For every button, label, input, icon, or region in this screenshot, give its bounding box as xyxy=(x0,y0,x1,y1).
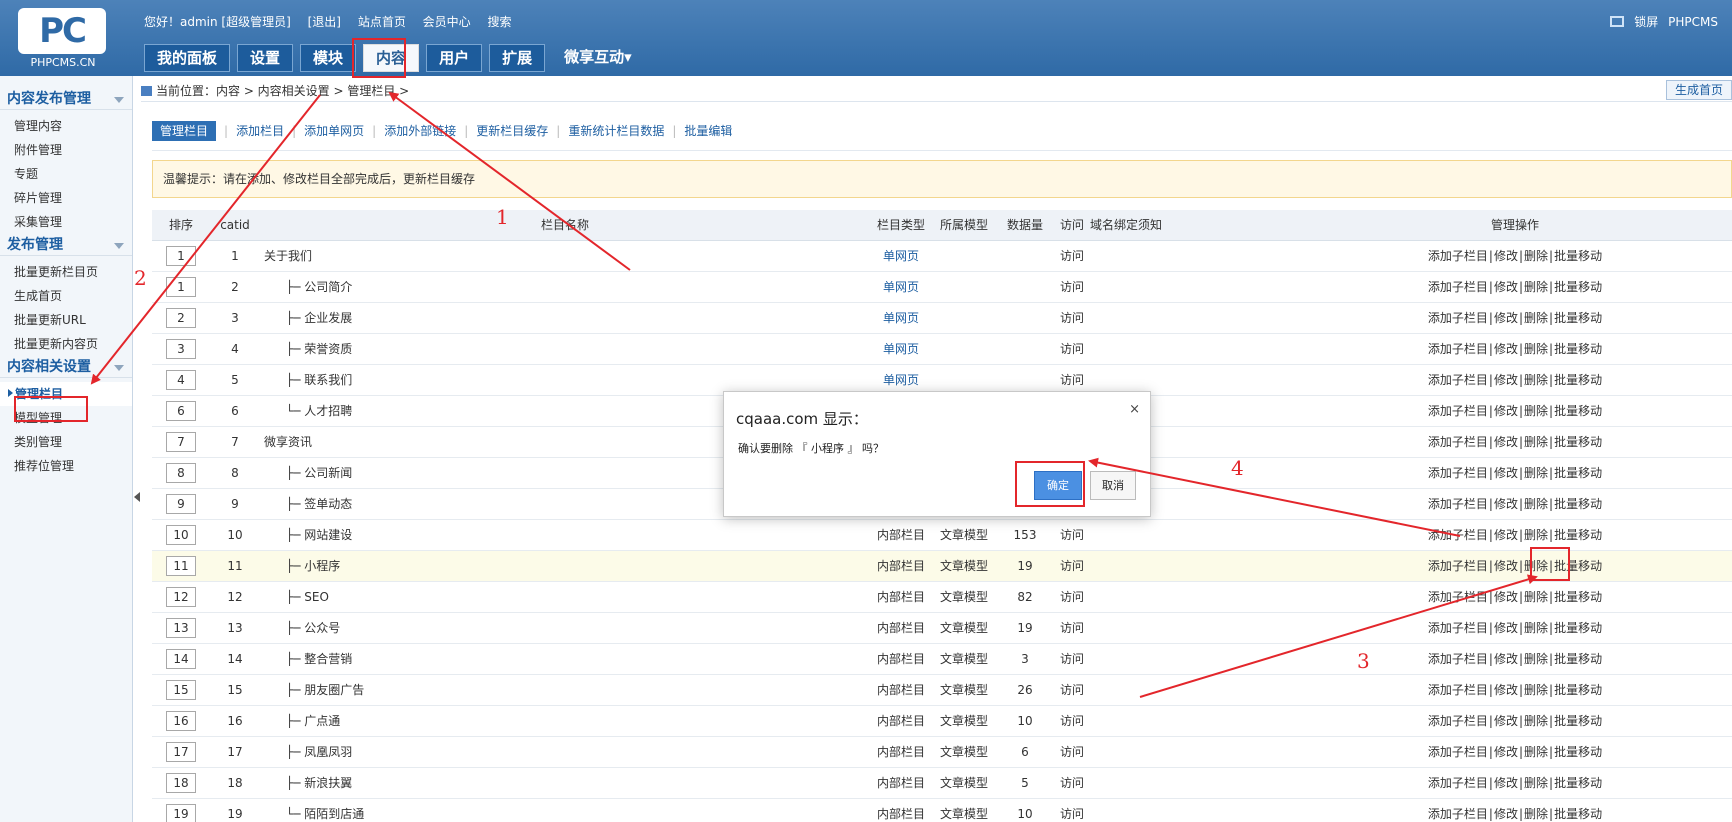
annotation-label-2: 2 xyxy=(134,266,147,290)
annotation-arrow-3 xyxy=(1139,574,1538,698)
annotation-arrow-1 xyxy=(388,91,631,271)
annotation-arrow-2 xyxy=(90,94,321,385)
annotation-label-4: 4 xyxy=(1231,456,1244,480)
annotation-label-3: 3 xyxy=(1357,649,1370,673)
annotation-overlay: 1 2 3 4 xyxy=(90,91,1538,698)
app-window: PC PHPCMS.CN 您好！admin [超级管理员] [退出] 站点首页 … xyxy=(0,0,1732,822)
annotation-arrow-4 xyxy=(1088,457,1461,537)
annotation-label-1: 1 xyxy=(496,205,509,229)
